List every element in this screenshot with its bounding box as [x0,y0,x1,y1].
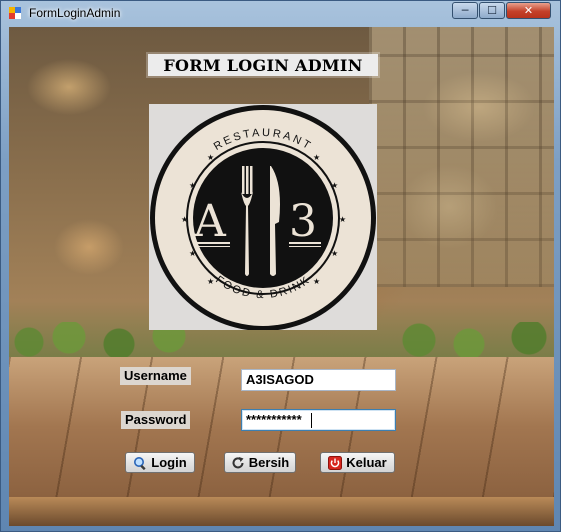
login-button[interactable]: Login [125,452,195,473]
power-icon [328,455,343,470]
svg-text:★: ★ [313,277,320,286]
svg-text:★: ★ [339,215,346,224]
restaurant-logo: RESTAURANT FOOD & DRINK ★ ★ ★ ★ ★ ★ ★ ★ … [149,104,377,330]
logo-digit-3: 3 [289,196,317,247]
exit-button[interactable]: Keluar [320,452,395,473]
refresh-icon [232,456,244,468]
text-caret [311,413,312,428]
magnifier-icon [134,456,146,470]
form-client-area: FORM LOGIN ADMIN RESTAURANT FOOD & DRINK… [9,27,554,526]
svg-text:★: ★ [189,249,196,258]
username-label: Username [120,367,191,385]
app-window: FormLoginAdmin ─ ☐ ✕ FORM LOGIN ADMIN RE… [0,0,561,532]
app-icon [9,7,21,19]
svg-text:★: ★ [181,215,188,224]
svg-text:★: ★ [189,181,196,190]
background-table-edge [9,497,554,526]
clear-button[interactable]: Bersih [224,452,296,473]
window-title: FormLoginAdmin [29,6,121,20]
username-field[interactable]: A3ISAGOD [241,369,396,391]
svg-text:★: ★ [331,249,338,258]
svg-text:★: ★ [313,153,320,162]
logo-letter-a: A [193,196,227,247]
svg-text:★: ★ [207,277,214,286]
login-button-label: Login [151,455,187,470]
exit-button-label: Keluar [346,455,387,470]
background-window-panes [369,27,554,287]
maximize-button[interactable]: ☐ [479,2,505,19]
svg-text:★: ★ [331,181,338,190]
svg-text:★: ★ [207,153,214,162]
password-label: Password [121,411,191,429]
form-heading: FORM LOGIN ADMIN [148,54,378,76]
minimize-button[interactable]: ─ [452,2,478,19]
password-field[interactable]: *********** [241,409,396,431]
close-button[interactable]: ✕ [506,2,551,19]
title-bar[interactable]: FormLoginAdmin ─ ☐ ✕ [1,1,560,26]
clear-button-label: Bersih [248,455,290,470]
